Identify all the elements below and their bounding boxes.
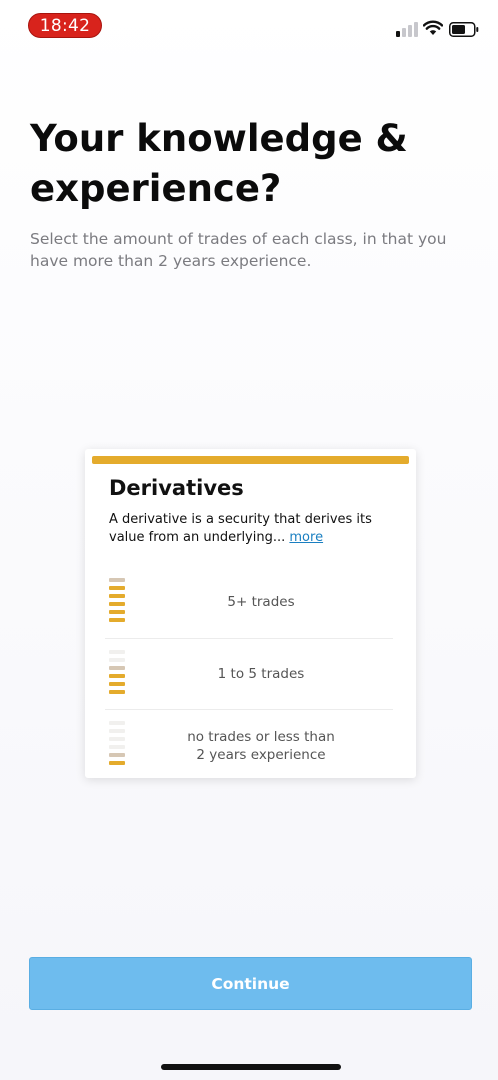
card-description-text: A derivative is a security that derives … [109, 512, 372, 545]
page-subtitle: Select the amount of trades of each clas… [30, 230, 447, 270]
option-label: 5+ trades [227, 594, 295, 610]
derivatives-card: Derivatives A derivative is a security t… [85, 449, 416, 778]
option-1-to-5-trades[interactable]: 1 to 5 trades [105, 638, 393, 708]
option-label: no trades or less than 2 years experienc… [129, 728, 393, 764]
level-bars-icon [109, 721, 125, 769]
wifi-icon [423, 20, 443, 35]
status-time: 18:42 [28, 13, 102, 38]
card-title: Derivatives [109, 476, 244, 500]
more-link[interactable]: more [289, 530, 323, 545]
level-bars-icon [109, 650, 125, 698]
battery-icon [449, 22, 479, 37]
option-no-trades[interactable]: no trades or less than 2 years experienc… [105, 709, 393, 771]
card-description: A derivative is a security that derives … [109, 511, 399, 547]
level-bars-icon [109, 578, 125, 626]
option-label-line1: no trades or less than [187, 729, 335, 745]
status-bar: 18:42 [0, 0, 498, 50]
card-accent-bar [92, 456, 409, 464]
page-title: Your knowledge & experience? [30, 117, 408, 210]
option-label: 1 to 5 trades [217, 666, 305, 682]
option-5-plus-trades[interactable]: 5+ trades [105, 567, 393, 637]
signal-icon [396, 22, 418, 37]
continue-button[interactable]: Continue [29, 957, 472, 1010]
home-indicator[interactable] [161, 1064, 341, 1070]
option-label-line2: 2 years experience [196, 747, 326, 763]
